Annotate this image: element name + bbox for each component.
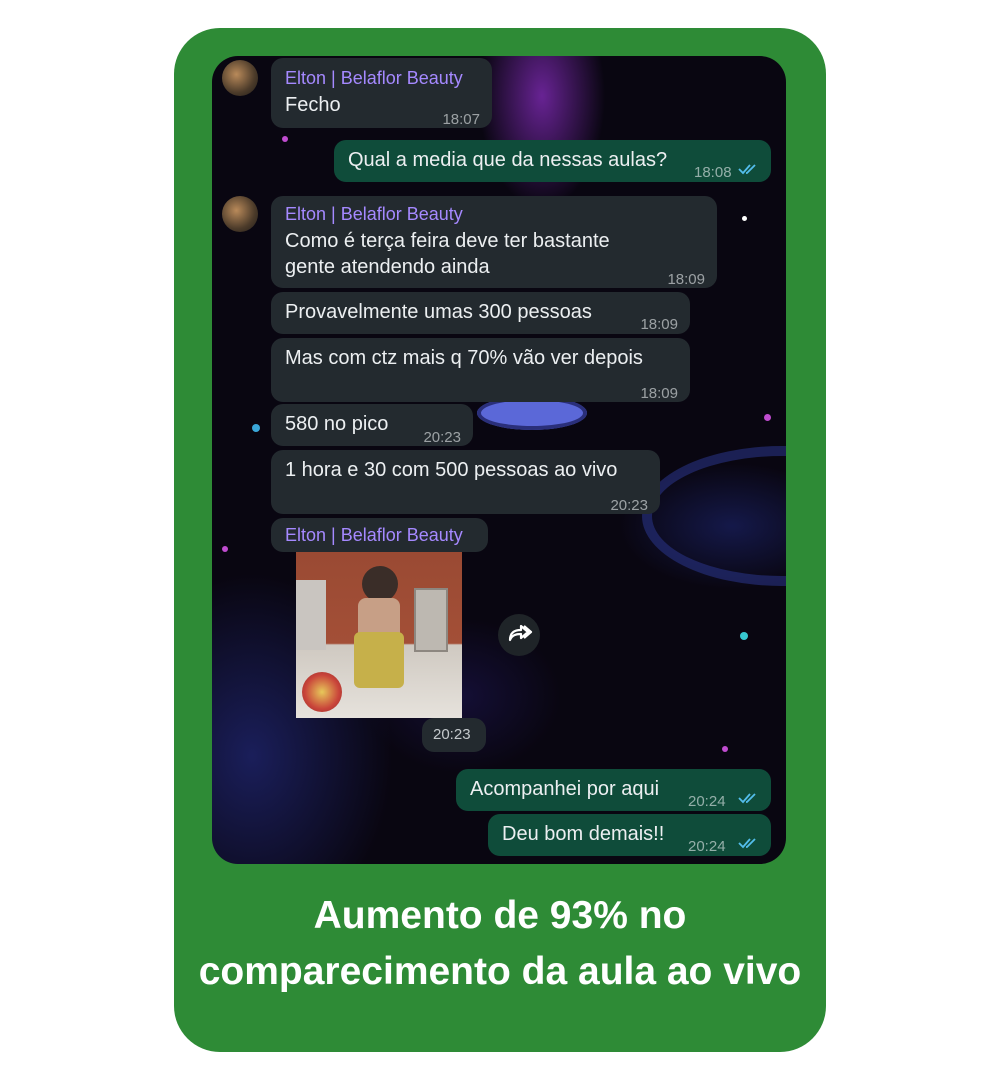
forward-button[interactable] <box>498 614 540 656</box>
star-decoration <box>742 216 747 221</box>
star-decoration <box>252 424 260 432</box>
message-text: gente atendendo ainda <box>285 256 490 278</box>
star-decoration <box>722 746 728 752</box>
sender-name[interactable]: Elton | Belaflor Beauty <box>285 67 463 89</box>
cabinet-decoration <box>414 588 448 652</box>
avatar[interactable] <box>222 60 258 96</box>
message-bubble-outgoing: Deu bom demais!! 20:24 <box>488 814 771 856</box>
chat-screenshot: Elton | Belaflor Beauty Fecho 18:07 Qual… <box>212 56 786 864</box>
message-text: 580 no pico <box>285 413 389 435</box>
ball-decoration <box>302 672 342 712</box>
message-text: Deu bom demais!! <box>502 823 665 845</box>
message-text: Fecho <box>285 94 341 116</box>
message-text: Acompanhei por aqui <box>470 778 660 800</box>
avatar[interactable] <box>222 196 258 232</box>
message-text: 1 hora e 30 com 500 pessoas ao vivo <box>285 459 618 481</box>
message-text: Qual a media que da nessas aulas? <box>348 149 668 171</box>
sender-name[interactable]: Elton | Belaflor Beauty <box>285 203 463 225</box>
caption: Aumento de 93% no comparecimento da aula… <box>174 888 826 1000</box>
double-check-icon <box>738 838 756 849</box>
orbit-decoration <box>642 446 786 586</box>
message-time: 20:23 <box>433 726 471 743</box>
star-decoration <box>764 414 771 421</box>
sender-name[interactable]: Elton | Belaflor Beauty <box>285 524 463 546</box>
double-check-icon <box>738 793 756 804</box>
message-time: 20:23 <box>610 497 648 514</box>
message-bubble: Elton | Belaflor Beauty Como é terça fei… <box>271 196 717 288</box>
message-bubble: Elton | Belaflor Beauty <box>271 518 488 552</box>
person-figure <box>362 566 398 602</box>
door-decoration <box>296 580 326 650</box>
forward-icon <box>508 624 533 642</box>
message-bubble: Elton | Belaflor Beauty Fecho 18:07 <box>271 58 492 128</box>
message-time: 18:08 <box>694 164 732 181</box>
person-pants <box>354 632 404 688</box>
star-decoration <box>740 632 748 640</box>
message-text: Provavelmente umas 300 pessoas <box>285 301 592 323</box>
message-time: 18:09 <box>640 385 678 402</box>
media-time-badge: 20:23 <box>422 718 486 752</box>
message-time: 20:23 <box>423 429 461 446</box>
message-time: 18:07 <box>442 111 480 128</box>
message-bubble: 580 no pico 20:23 <box>271 404 473 446</box>
message-text: Mas com ctz mais q 70% vão ver depois <box>285 347 643 369</box>
person-body <box>358 598 400 634</box>
star-decoration <box>222 546 228 552</box>
caption-line: Aumento de 93% no <box>313 894 687 937</box>
message-time: 18:09 <box>640 316 678 333</box>
message-time: 18:09 <box>667 271 705 288</box>
double-check-icon <box>738 164 756 175</box>
message-bubble-outgoing: Acompanhei por aqui 20:24 <box>456 769 771 811</box>
message-bubble-outgoing: Qual a media que da nessas aulas? 18:08 <box>334 140 771 182</box>
message-bubble: Provavelmente umas 300 pessoas 18:09 <box>271 292 690 334</box>
message-bubble: Mas com ctz mais q 70% vão ver depois 18… <box>271 338 690 402</box>
gif-thumbnail[interactable] <box>296 552 462 718</box>
message-time: 20:24 <box>688 838 726 855</box>
message-bubble: 1 hora e 30 com 500 pessoas ao vivo 20:2… <box>271 450 660 514</box>
message-time: 20:24 <box>688 793 726 810</box>
star-decoration <box>282 136 288 142</box>
caption-line: comparecimento da aula ao vivo <box>198 950 802 993</box>
message-text: Como é terça feira deve ter bastante <box>285 230 610 252</box>
